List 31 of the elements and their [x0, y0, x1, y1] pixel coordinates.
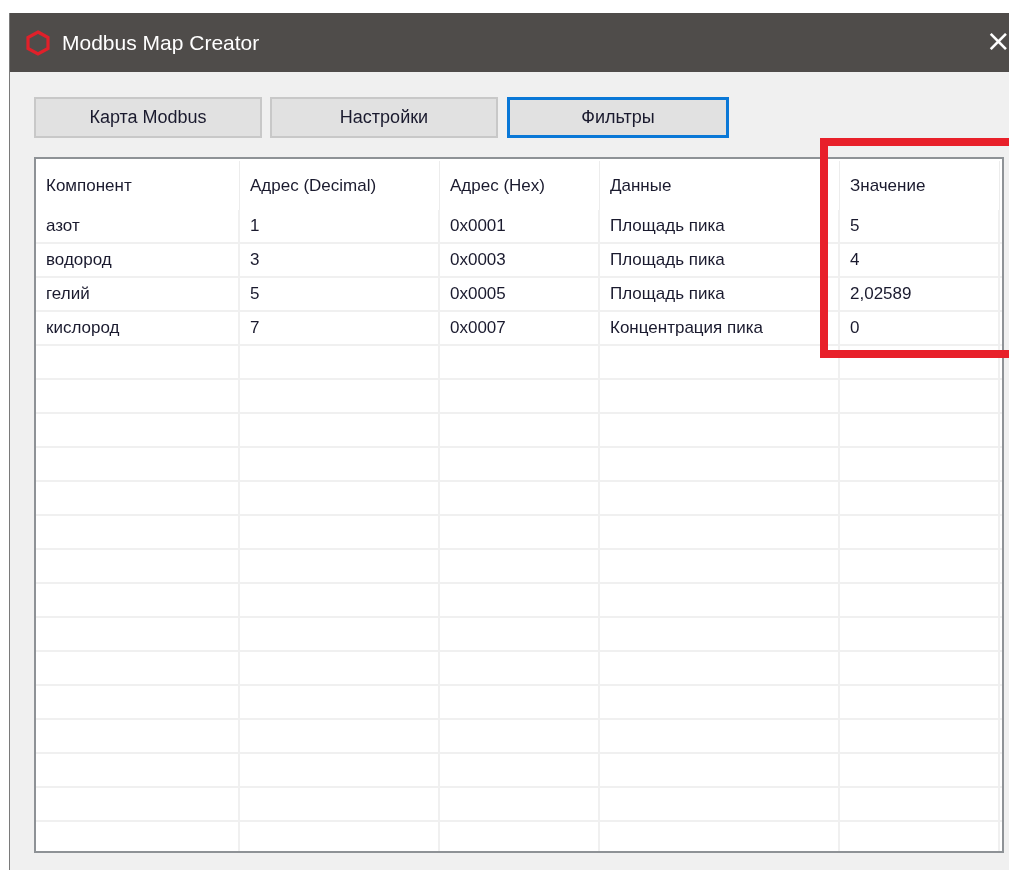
column-header[interactable]: Адрес (Decimal)	[240, 161, 440, 210]
table-cell: Площадь пика	[600, 278, 840, 310]
table-cell: 4	[840, 244, 1000, 276]
table-cell: 0x0005	[440, 278, 600, 310]
table-cell: кислород	[36, 312, 240, 344]
table-cell: 1	[240, 210, 440, 242]
column-header[interactable]: Данные	[600, 161, 840, 210]
close-button[interactable]: ×	[977, 25, 1009, 60]
table-cell: 5	[840, 210, 1000, 242]
table-cell: 0x0003	[440, 244, 600, 276]
table-cell: 0x0001	[440, 210, 600, 242]
table-cell: водород	[36, 244, 240, 276]
table-cell: 2,02589	[840, 278, 1000, 310]
table-cell: 0x0007	[440, 312, 600, 344]
column-header[interactable]: Адрес (Hex)	[440, 161, 600, 210]
table-cell: Площадь пика	[600, 244, 840, 276]
window-title: Modbus Map Creator	[62, 30, 260, 55]
table-cell: гелий	[36, 278, 240, 310]
table-cell: азот	[36, 210, 240, 242]
tab[interactable]: Фильтры	[507, 97, 729, 138]
table-cell: Концентрация пика	[600, 312, 840, 344]
table-cell: 7	[240, 312, 440, 344]
table-cell: 3	[240, 244, 440, 276]
tab[interactable]: Карта Modbus	[34, 97, 262, 138]
column-header[interactable]: Значение	[840, 161, 1000, 210]
table-cell: 5	[240, 278, 440, 310]
column-header[interactable]: Компонент	[36, 161, 240, 210]
tab[interactable]: Настройки	[270, 97, 498, 138]
table-cell: Площадь пика	[600, 210, 840, 242]
hexagon-icon	[26, 29, 50, 56]
table-cell: 0	[840, 312, 1000, 344]
